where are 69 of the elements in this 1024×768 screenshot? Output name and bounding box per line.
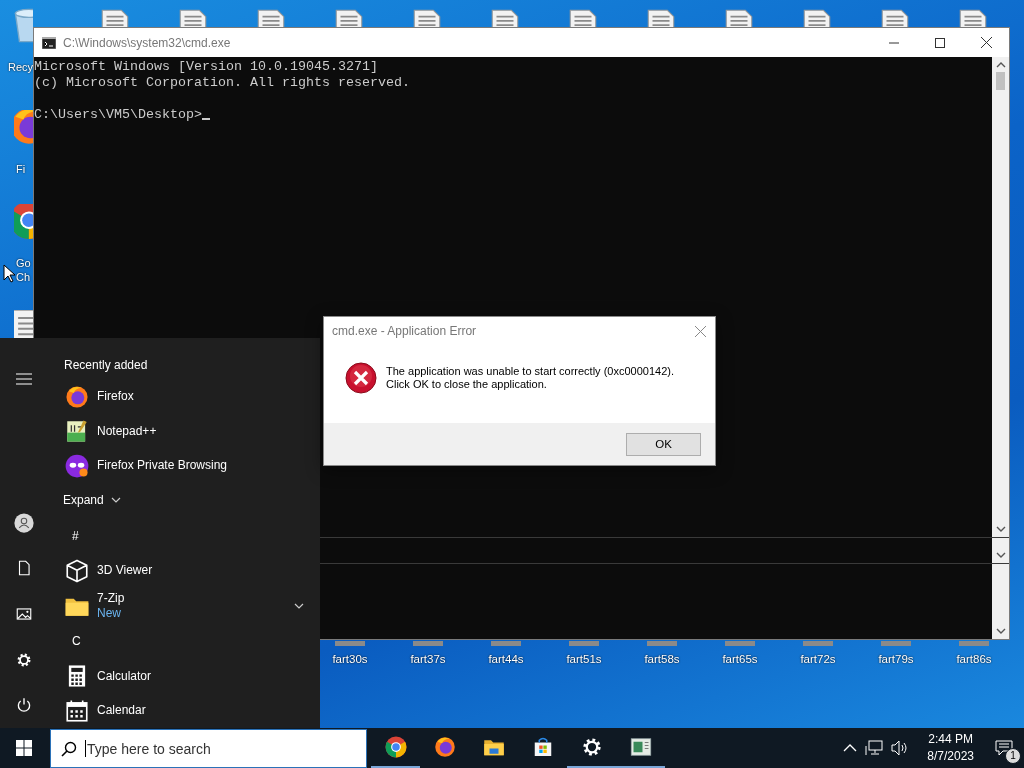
icon-label: fart72s <box>799 653 837 665</box>
icon-label: fart51s <box>565 653 603 665</box>
console-line: (c) Microsoft Corporation. All rights reserved. <box>34 75 411 91</box>
icon-label: Fi <box>16 162 26 176</box>
power-icon[interactable] <box>15 696 33 715</box>
cube-icon <box>64 557 90 584</box>
command-prompt: C:\Users\VM5\Desktop> <box>34 107 202 122</box>
console-line: Microsoft Windows [Version 10.0.19045.3271] <box>34 59 379 75</box>
window-title: C:\Windows\system32\cmd.exe <box>63 35 232 50</box>
icon-label: fart30s <box>331 653 369 665</box>
app-list-item[interactable]: 3D Viewer <box>48 553 320 589</box>
windows-logo-icon <box>16 740 32 756</box>
scrollbar[interactable] <box>992 57 1009 537</box>
icon-label: Recy <box>8 60 33 74</box>
error-message: The application was unable to start correctly (0xc0000142). Click OK to close the application. <box>386 365 674 391</box>
close-icon <box>980 37 992 48</box>
terminal-icon <box>42 36 56 49</box>
app-list-item[interactable]: Notepad++ <box>48 413 320 449</box>
search-box[interactable]: Type here to search <box>50 729 367 768</box>
app-list-item[interactable]: Calendar <box>48 693 320 728</box>
search-icon <box>61 740 77 757</box>
scroll-down-icon[interactable] <box>995 627 1006 635</box>
app-list-item[interactable]: Firefox Private Browsing <box>48 448 320 484</box>
chrome-icon <box>383 735 408 759</box>
notification-button[interactable]: 1 <box>984 728 1024 768</box>
group-letter[interactable]: C <box>48 622 89 659</box>
window-icon <box>628 735 653 759</box>
icon-label: fart79s <box>877 653 915 665</box>
volume-icon[interactable] <box>891 740 910 756</box>
message-icon <box>995 740 1013 756</box>
user-icon[interactable] <box>13 511 35 534</box>
document-icon <box>14 310 33 340</box>
scrollbar[interactable] <box>992 564 1009 639</box>
calendar-icon <box>64 697 90 724</box>
app-list-item[interactable]: Calculator <box>48 658 320 694</box>
icon-label: fart37s <box>409 653 447 665</box>
section-heading: Recently added <box>64 358 149 374</box>
notification-badge: 1 <box>1005 748 1021 764</box>
scroll-up-icon[interactable] <box>995 61 1006 69</box>
firefox-icon <box>64 383 90 410</box>
icon-label: fart65s <box>721 653 759 665</box>
maximize-icon <box>935 37 945 48</box>
menu-icon <box>16 372 32 385</box>
scroll-down-icon[interactable] <box>995 551 1006 559</box>
group-letter[interactable]: # <box>48 517 87 554</box>
dialog-title: cmd.exe - Application Error <box>332 324 478 338</box>
icon-label: Ch <box>16 270 31 284</box>
error-icon <box>345 362 377 394</box>
network-icon[interactable] <box>865 740 884 756</box>
chevron-icon[interactable] <box>294 602 304 609</box>
app-list-item[interactable]: Firefox <box>48 379 320 414</box>
cursor-icon <box>3 264 15 283</box>
close-icon <box>694 325 706 337</box>
scroll-down-icon[interactable] <box>995 525 1006 533</box>
expand-button[interactable]: Expand <box>63 483 121 518</box>
chevron-icon <box>110 497 121 504</box>
text-cursor <box>201 118 210 120</box>
ok-button[interactable]: OK <box>626 432 701 456</box>
clock[interactable]: 2:44 PM 8/7/2023 <box>917 731 984 765</box>
app-list-item[interactable]: 7-Zip New <box>48 588 320 623</box>
firefox-icon <box>432 735 457 759</box>
icon-label: fart44s <box>487 653 525 665</box>
icon-label: fart58s <box>643 653 681 665</box>
scrollbar[interactable] <box>992 538 1009 563</box>
mask-icon <box>64 452 90 479</box>
icon-label: fart86s <box>955 653 993 665</box>
icon-label: Go <box>16 256 31 270</box>
scrollbar-thumb[interactable] <box>996 72 1005 90</box>
text-cursor <box>85 740 86 757</box>
